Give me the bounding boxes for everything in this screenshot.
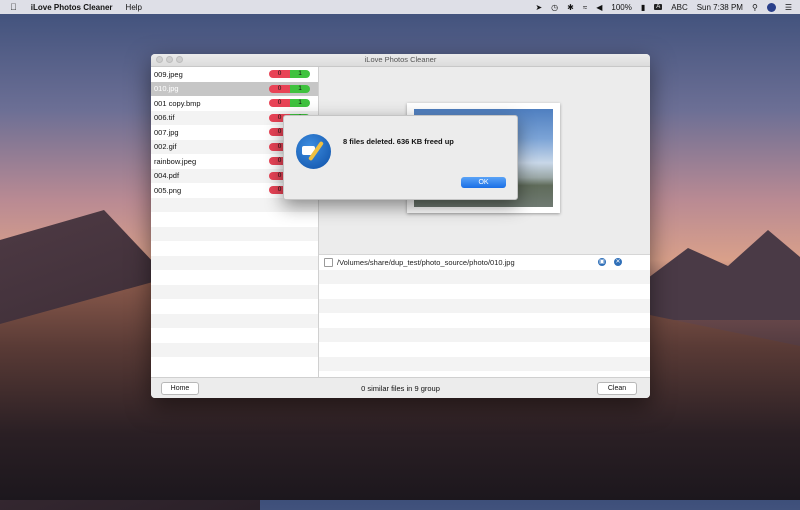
empty-row — [151, 255, 318, 270]
input-source-label[interactable]: ABC — [671, 3, 687, 12]
empty-row — [319, 313, 650, 328]
main-window: iLove Photos Cleaner 009.jpeg 0 1 010.jp… — [151, 54, 650, 398]
alert-message: 8 files deleted. 636 KB freed up — [343, 137, 454, 146]
file-count-badges: 0 1 — [269, 70, 310, 79]
preview-image-icon[interactable]: ▣ — [598, 258, 606, 266]
volume-icon[interactable]: ◀ — [596, 3, 602, 12]
red-count-badge: 0 — [269, 70, 290, 79]
file-name: 007.jpg — [154, 127, 179, 137]
path-row[interactable]: /Volumes/share/dup_test/photo_source/pho… — [319, 255, 650, 270]
empty-row — [151, 313, 318, 328]
window-title: iLove Photos Cleaner — [364, 55, 437, 64]
file-name: rainbow.jpeg — [154, 156, 197, 166]
empty-row — [319, 342, 650, 357]
ok-button[interactable]: OK — [461, 177, 506, 188]
menu-help[interactable]: Help — [126, 3, 142, 12]
empty-row — [319, 298, 650, 313]
path-text: /Volumes/share/dup_test/photo_source/pho… — [337, 257, 515, 267]
empty-row — [151, 270, 318, 285]
file-count-badges: 0 1 — [269, 99, 310, 108]
file-name: 002.gif — [154, 142, 177, 152]
menu-app-name[interactable]: iLove Photos Cleaner — [31, 3, 113, 12]
empty-row — [151, 241, 318, 256]
empty-row — [151, 299, 318, 314]
clean-button[interactable]: Clean — [597, 382, 637, 395]
menu-list-icon[interactable]: ☰ — [785, 3, 792, 12]
file-row[interactable]: 009.jpeg 0 1 — [151, 67, 318, 82]
empty-row — [151, 226, 318, 241]
bottom-bar: Home 0 similar files in 9 group Clean — [151, 377, 650, 398]
status-text: 0 similar files in 9 group — [361, 384, 440, 393]
input-source-icon[interactable]: A — [654, 4, 663, 10]
battery-icon[interactable]: ▮ — [641, 3, 645, 12]
path-list: /Volumes/share/dup_test/photo_source/pho… — [319, 254, 650, 378]
title-bar[interactable]: iLove Photos Cleaner — [151, 54, 650, 67]
file-row-selected[interactable]: 010.jpg 0 1 — [151, 81, 318, 96]
green-count-badge: 1 — [290, 70, 310, 79]
empty-row — [151, 342, 318, 357]
search-icon[interactable]: ⚲ — [752, 3, 758, 12]
empty-row — [151, 212, 318, 227]
empty-row — [151, 357, 318, 372]
preview-pane: /Volumes/share/dup_test/photo_source/pho… — [319, 67, 650, 378]
bluetooth-icon[interactable]: ✱ — [567, 3, 574, 12]
user-avatar-icon[interactable] — [766, 2, 776, 12]
menu-bar:  iLove Photos Cleaner Help ➤ ◷ ✱ ≈ ◀ 10… — [0, 0, 800, 14]
file-name: 010.jpg — [154, 84, 179, 94]
battery-percent[interactable]: 100% — [611, 3, 631, 12]
empty-row — [319, 327, 650, 342]
app-icon — [296, 134, 331, 169]
red-count-badge: 0 — [269, 99, 290, 108]
file-count-badges: 0 1 — [269, 84, 310, 93]
file-name: 001 copy.bmp — [154, 98, 201, 108]
green-count-badge: 1 — [290, 84, 310, 93]
file-row[interactable]: 001 copy.bmp 0 1 — [151, 96, 318, 111]
file-list: 009.jpeg 0 1 010.jpg 0 1 001 copy.bmp 0 … — [151, 67, 319, 377]
empty-row — [319, 269, 650, 284]
file-name: 006.tif — [154, 113, 175, 123]
green-count-badge: 1 — [290, 99, 310, 108]
desktop-mountain — [640, 230, 800, 320]
reveal-in-finder-icon[interactable]: ✕ — [614, 258, 622, 266]
status-area: ➤ ◷ ✱ ≈ ◀ 100% ▮ A ABC Sun 7:38 PM ⚲ ☰ — [535, 2, 792, 12]
wifi-icon[interactable]: ≈ — [583, 3, 587, 12]
empty-row — [319, 356, 650, 371]
send-icon[interactable]: ➤ — [535, 3, 542, 12]
file-name: 005.png — [154, 185, 182, 195]
menu-clock[interactable]: Sun 7:38 PM — [697, 3, 743, 12]
path-checkbox[interactable] — [324, 257, 333, 267]
empty-row — [151, 284, 318, 299]
empty-row — [151, 328, 318, 343]
red-count-badge: 0 — [269, 84, 290, 93]
apple-icon[interactable]:  — [10, 2, 17, 12]
clock-history-icon[interactable]: ◷ — [551, 3, 558, 12]
file-name: 009.jpeg — [154, 69, 183, 79]
alert-dialog: 8 files deleted. 636 KB freed up OK — [283, 115, 518, 200]
file-name: 004.pdf — [154, 171, 180, 181]
empty-row — [319, 284, 650, 299]
